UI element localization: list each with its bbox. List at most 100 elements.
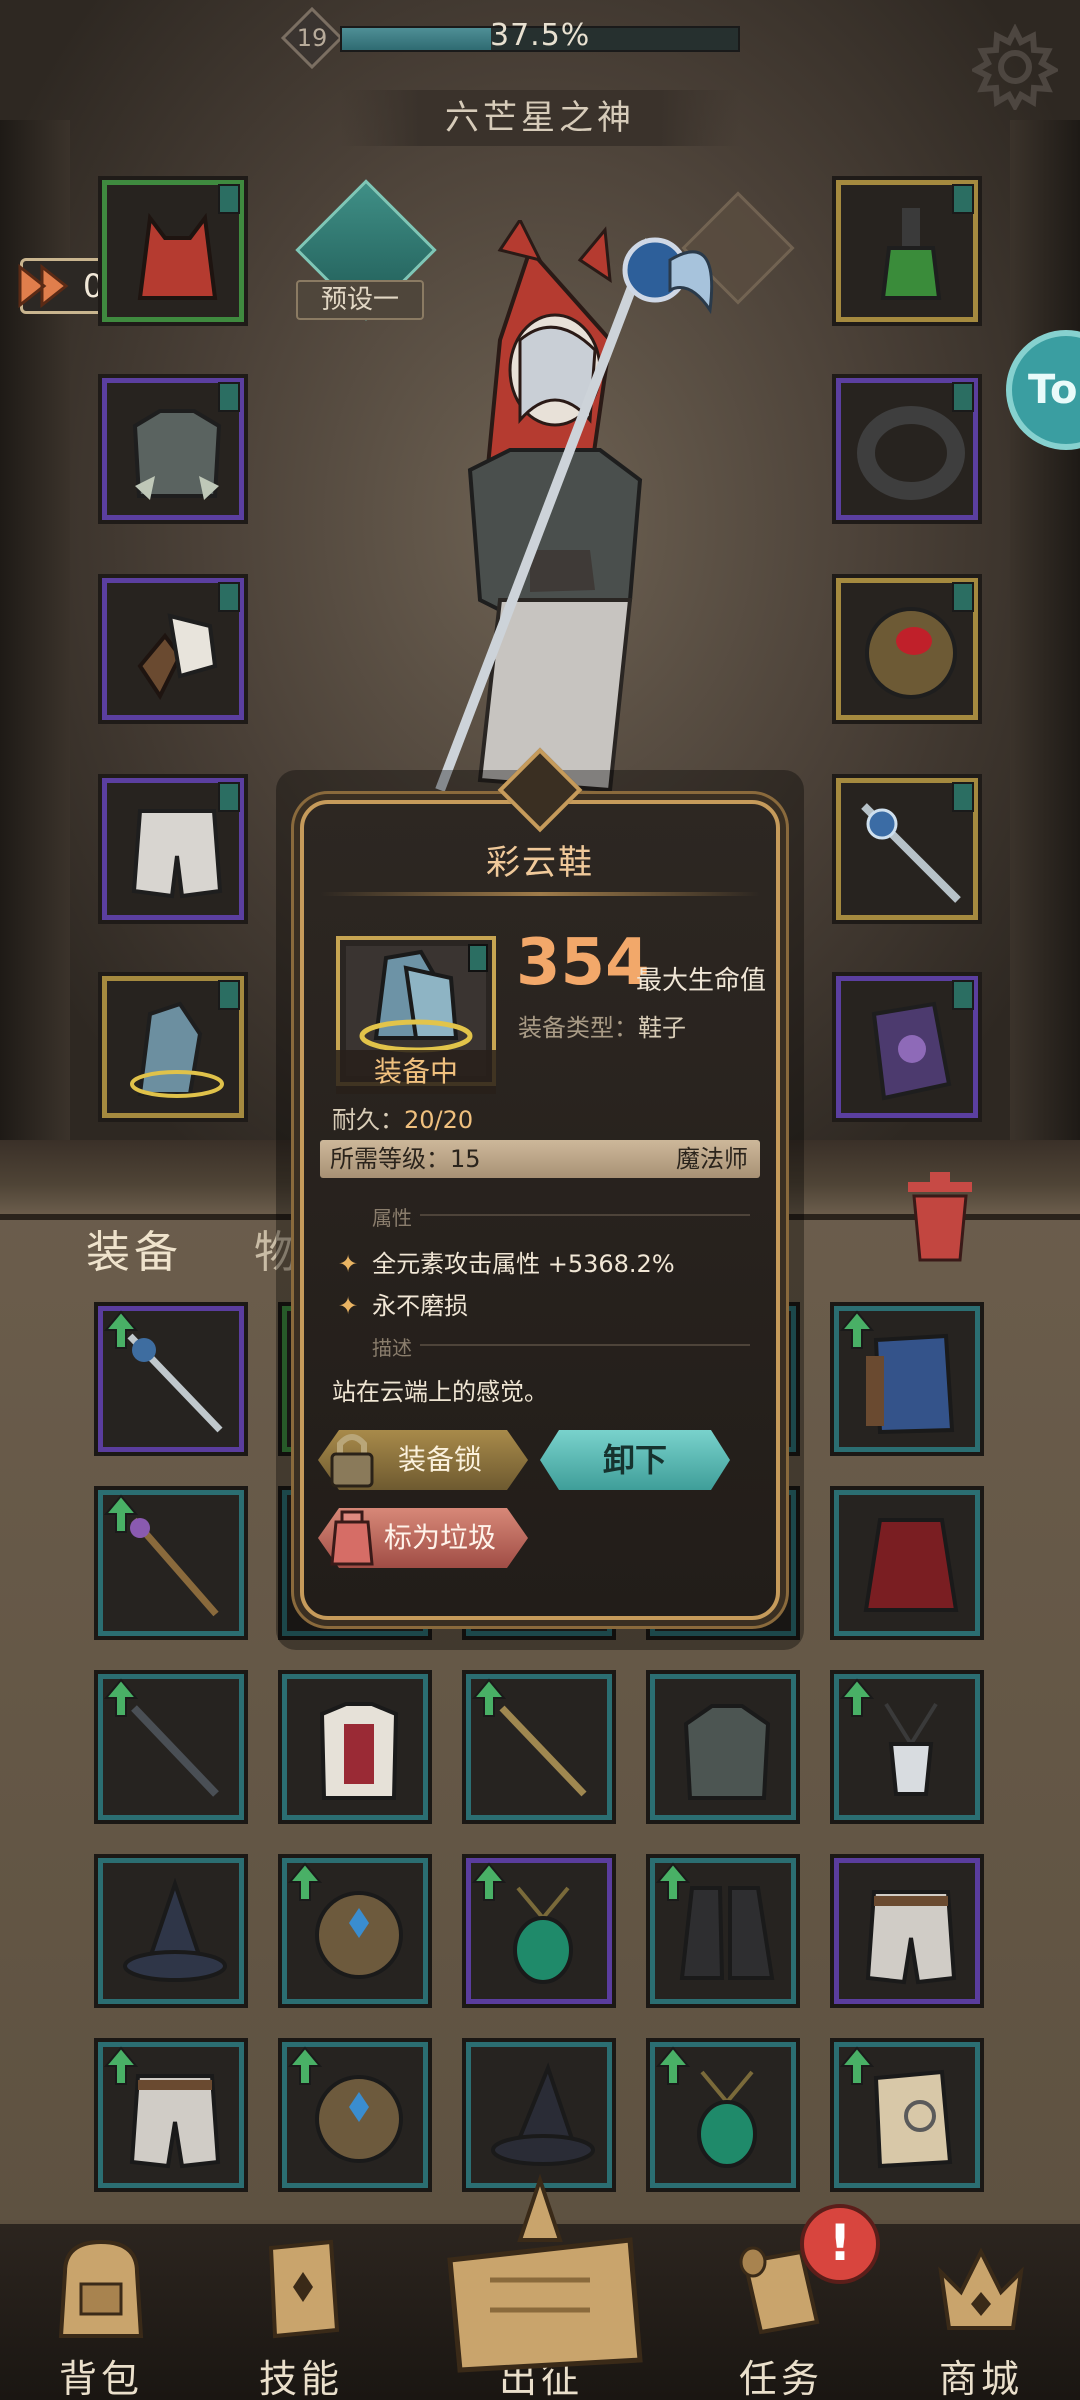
nav-backpack-label: 背包	[58, 2357, 143, 2400]
nav-backpack[interactable]: 背包	[16, 2224, 186, 2400]
expedition-map-icon[interactable]	[430, 2170, 650, 2400]
inventory-slot[interactable]	[278, 1670, 432, 1824]
lock-tab-icon	[952, 582, 974, 612]
settings-button[interactable]	[970, 22, 1060, 112]
padlock-icon	[330, 1434, 374, 1488]
upgrade-arrow-icon	[840, 1678, 874, 1717]
attribute-line: ✦ 永不磨损	[338, 1286, 468, 1321]
equip-slot-ring-2[interactable]	[832, 574, 982, 724]
equip-type-value: 鞋子	[638, 1014, 686, 1042]
inventory-slot[interactable]	[278, 1854, 432, 2008]
inventory-slot[interactable]	[646, 1854, 800, 2008]
inventory-slot[interactable]	[646, 1670, 800, 1824]
equip-slot-amulet[interactable]	[832, 176, 982, 326]
unequip-button[interactable]: 卸下	[540, 1430, 730, 1490]
inventory-slot[interactable]	[94, 1670, 248, 1824]
durability-row: 耐久：20/20	[332, 1100, 473, 1135]
equip-slot-gloves[interactable]	[98, 574, 248, 724]
equip-slot-chest[interactable]	[98, 374, 248, 524]
mantle-item-icon	[683, 1704, 771, 1800]
character-title: 六芒星之神	[340, 90, 740, 146]
upgrade-arrow-icon	[104, 2046, 138, 2085]
attributes-section-header: 属性	[330, 1202, 760, 1231]
character-portrait	[435, 220, 714, 793]
inventory-slot[interactable]	[830, 1302, 984, 1456]
inventory-slot[interactable]	[830, 2038, 984, 2192]
requirement-bar: 所需等级：15 魔法师	[320, 1140, 760, 1178]
equip-slot-ring-1[interactable]	[832, 374, 982, 524]
star-icon: ✦	[338, 1292, 359, 1320]
equip-slot-boots[interactable]	[98, 972, 248, 1122]
staff-icon	[861, 803, 961, 903]
section-rule	[420, 1344, 750, 1346]
lock-tab-icon	[218, 382, 240, 412]
lock-tab-icon	[218, 582, 240, 612]
inventory-slot[interactable]	[94, 2038, 248, 2192]
inventory-slot[interactable]	[830, 1486, 984, 1640]
upgrade-arrow-icon	[656, 1862, 690, 1901]
pants-icon	[131, 809, 223, 899]
lock-tab-icon	[218, 980, 240, 1010]
durability-value: 20/20	[404, 1106, 474, 1134]
inventory-slot[interactable]	[462, 1854, 616, 2008]
upgrade-arrow-icon	[472, 1862, 506, 1901]
inventory-slot[interactable]	[830, 1854, 984, 2008]
durability-label: 耐久：	[332, 1106, 404, 1134]
inventory-slot[interactable]	[94, 1302, 248, 1456]
vest-item-icon	[319, 1702, 399, 1800]
ring-icon	[857, 406, 965, 500]
attribute-text: 永不磨损	[372, 1292, 469, 1320]
panel-frame-right	[1010, 120, 1080, 1140]
cloud-boots-icon	[359, 949, 473, 1053]
inventory-slot[interactable]	[830, 1670, 984, 1824]
description-header-text: 描述	[372, 1336, 412, 1360]
inventory-slot[interactable]	[462, 1670, 616, 1824]
potion-icon	[880, 208, 942, 300]
inventory-slot[interactable]	[462, 2038, 616, 2192]
equip-type-row: 装备类型：鞋子	[518, 1008, 686, 1043]
nav-shop-label: 商城	[938, 2357, 1023, 2400]
junk-tag-icon	[330, 1510, 374, 1566]
inventory-slot[interactable]	[94, 1486, 248, 1640]
upgrade-arrow-icon	[472, 1678, 506, 1717]
section-rule	[420, 1214, 750, 1216]
nav-skills-label: 技能	[258, 2357, 343, 2400]
lock-tab-icon	[468, 944, 488, 972]
equip-slot-helmet[interactable]	[98, 176, 248, 326]
inventory-slot[interactable]	[646, 2038, 800, 2192]
lock-tab-icon	[218, 782, 240, 812]
fast-forward-icon	[11, 258, 81, 314]
wizard-hat-item-icon	[123, 1878, 227, 1982]
cloud-boots-icon	[130, 1001, 224, 1098]
inventory-slot[interactable]	[278, 2038, 432, 2192]
attributes-header-text: 属性	[372, 1206, 412, 1230]
red-skirt-item-icon	[863, 1518, 959, 1612]
quest-alert-badge: !	[800, 2204, 880, 2284]
equip-slot-weapon[interactable]	[832, 774, 982, 924]
trousers-item-icon	[865, 1890, 957, 1985]
equip-type-label: 装备类型：	[518, 1014, 638, 1042]
upgrade-arrow-icon	[104, 1310, 138, 1349]
equip-slot-legs[interactable]	[98, 774, 248, 924]
ruby-ring-icon	[865, 607, 957, 699]
star-icon: ✦	[338, 1250, 359, 1278]
required-class: 魔法师	[676, 1145, 748, 1173]
equip-slot-offhand[interactable]	[832, 972, 982, 1122]
title-divider	[320, 892, 760, 896]
nav-shop[interactable]: 商城	[896, 2224, 1066, 2400]
upgrade-arrow-icon	[288, 2046, 322, 2085]
trash-icon[interactable]	[900, 1160, 980, 1270]
attribute-text: 全元素攻击属性 +5368.2%	[372, 1250, 675, 1278]
upgrade-arrow-icon	[104, 1494, 138, 1533]
lock-tab-icon	[952, 782, 974, 812]
tab-equipment[interactable]: 装备	[86, 1216, 182, 1280]
xp-percent-text: 37.5%	[490, 18, 591, 53]
item-description: 站在云端上的感觉。	[332, 1378, 548, 1406]
armor-icon	[132, 409, 222, 500]
item-name: 彩云鞋	[486, 843, 594, 883]
skill-book-icon	[268, 2239, 340, 2339]
description-section-header: 描述	[330, 1332, 760, 1361]
inventory-slot[interactable]	[94, 1854, 248, 2008]
nav-skills[interactable]: 技能	[216, 2224, 386, 2400]
backpack-icon	[58, 2239, 144, 2338]
